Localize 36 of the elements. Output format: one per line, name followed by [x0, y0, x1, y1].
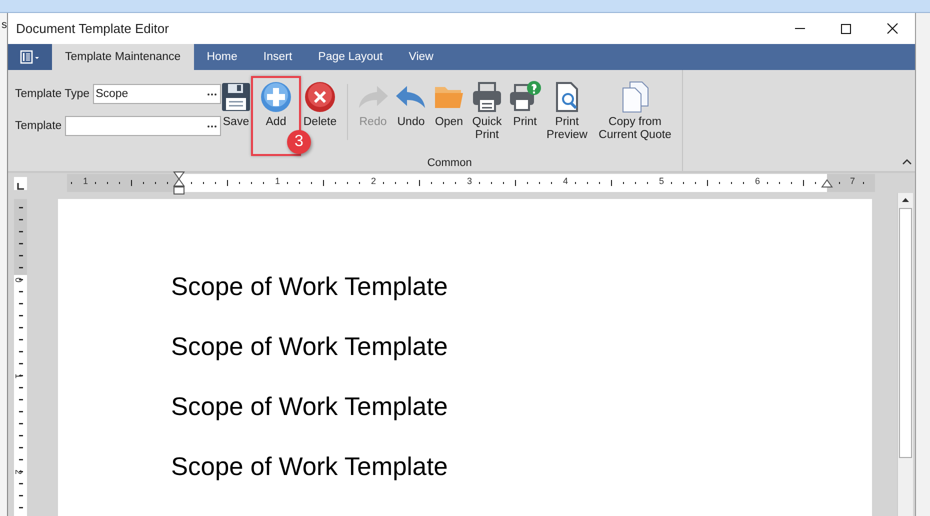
document-line: Scope of Work Template [171, 392, 449, 423]
ruler-number: 2 [371, 176, 376, 186]
ribbon-tab[interactable]: Template Maintenance [52, 44, 194, 70]
ruler-number: 6 [755, 176, 760, 186]
ruler-number: 7 [850, 176, 856, 186]
ribbon-tab[interactable]: View [396, 44, 446, 70]
background-window-text: s [2, 19, 7, 31]
ruler-number: 2 [14, 470, 24, 474]
field-label: Template Type [15, 88, 90, 100]
ribbon-tab[interactable]: Home [194, 44, 250, 70]
ribbon-tab[interactable]: Insert [250, 44, 306, 70]
ruler-number: 0 [14, 278, 24, 282]
ribbon-tab[interactable]: Page Layout [305, 44, 396, 70]
step-badge: 3 [287, 130, 311, 154]
combo-field[interactable]: Scope [92, 84, 221, 104]
ruler-number: 1 [275, 176, 280, 186]
save-button[interactable]: Save [221, 78, 251, 154]
ruler-number: 1 [14, 374, 24, 378]
quickprint-button[interactable]: Quick Print [468, 78, 506, 154]
ruler-number: 4 [563, 176, 568, 186]
open-button[interactable]: Open [432, 78, 466, 154]
group-label: Common [427, 157, 472, 169]
document-line: Scope of Work Template [171, 452, 449, 483]
ruler-number: 3 [467, 176, 472, 186]
preview-button[interactable]: Print Preview [544, 78, 590, 154]
document-line: Scope of Work Template [171, 332, 449, 363]
document-line: Scope of Work Template [171, 272, 449, 303]
ruler-number: 5 [659, 176, 664, 186]
vertical-ruler[interactable]: 0 1 2 [14, 199, 27, 516]
ruler-number: 1 [83, 176, 88, 186]
window-title: Document Template Editor [16, 21, 170, 36]
field-label: Template [15, 120, 62, 132]
horizontal-ruler[interactable]: 1 1 2 3 4 5 6 7 [67, 174, 875, 192]
print-button[interactable]: Print [508, 78, 542, 154]
undo-button[interactable]: Undo [392, 78, 430, 154]
copy-button[interactable]: Copy from Current Quote [592, 78, 678, 154]
